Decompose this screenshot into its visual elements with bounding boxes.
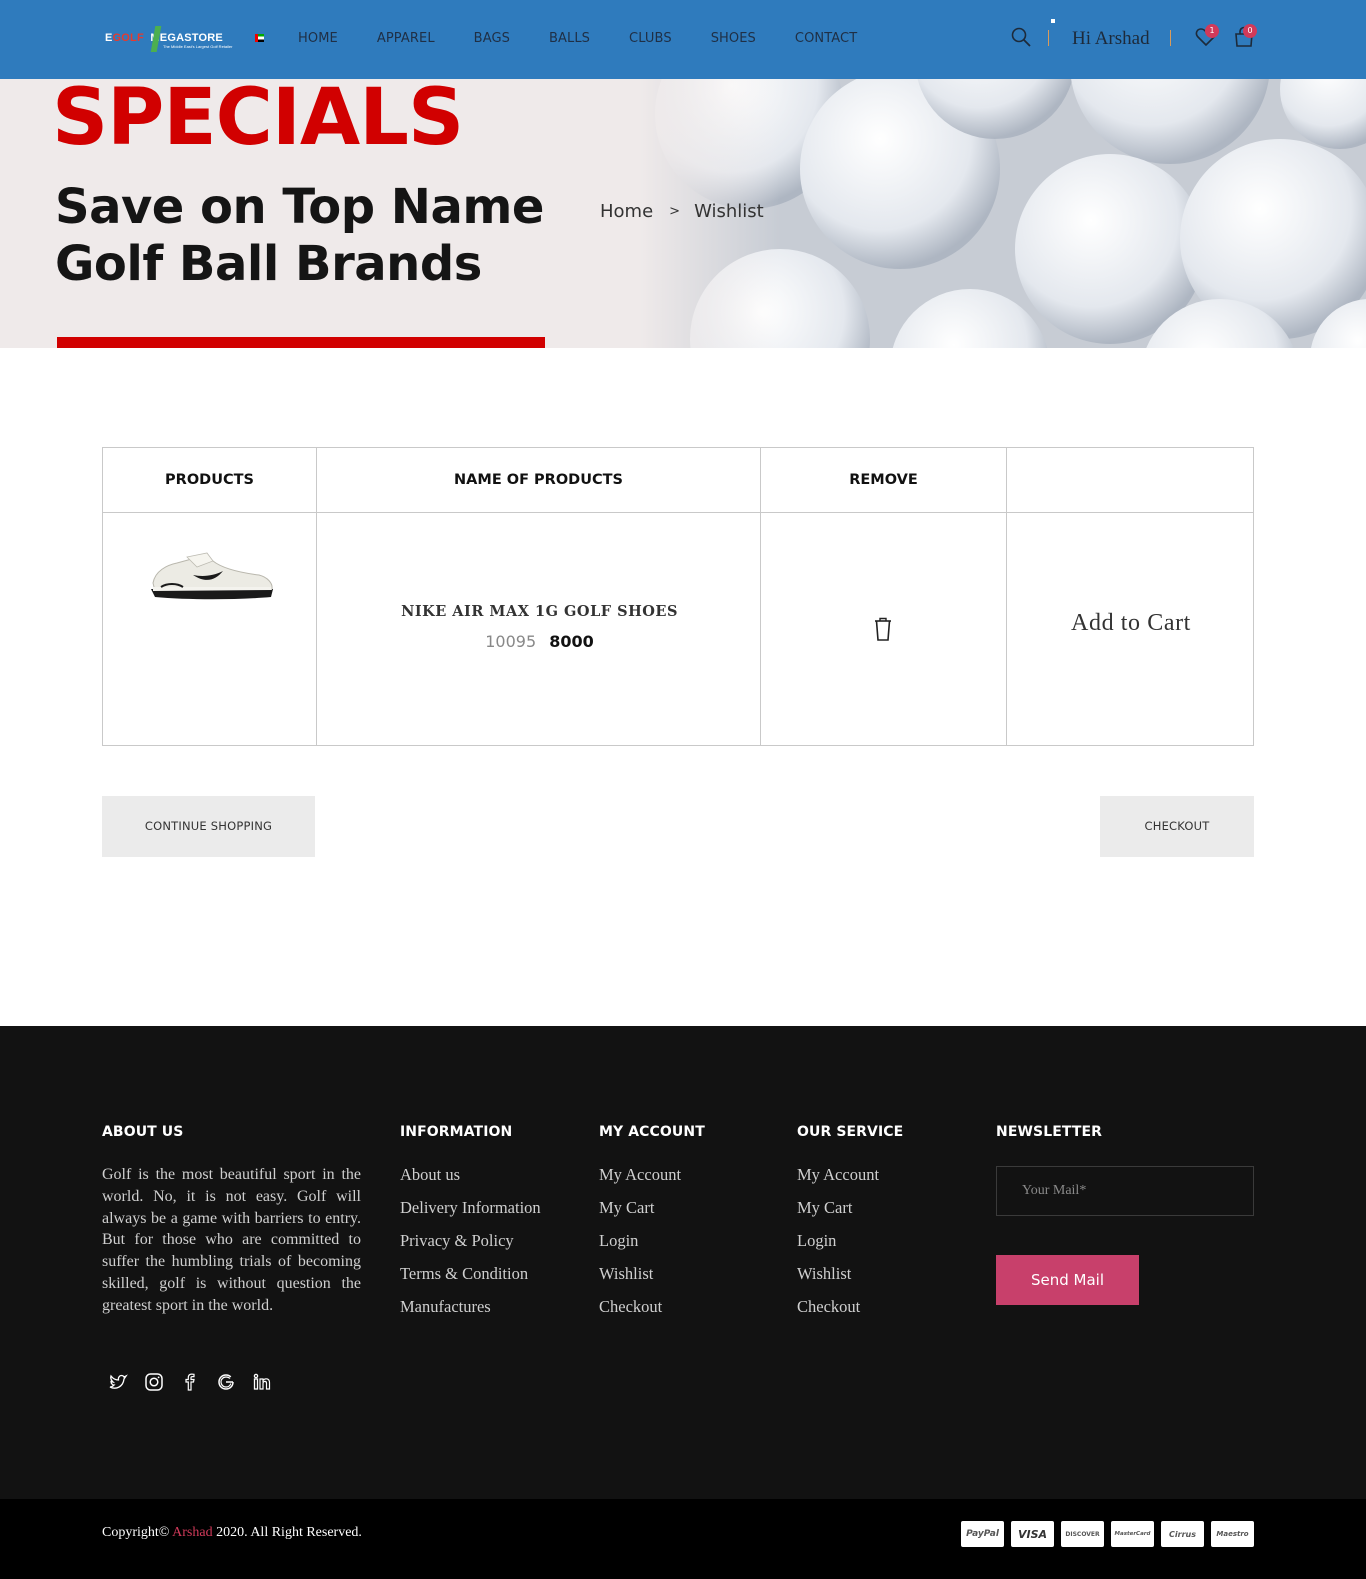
logo-golf: GOLF xyxy=(112,32,144,44)
breadcrumb: Home > Wishlist xyxy=(600,201,764,222)
flag-icon xyxy=(255,34,264,42)
send-mail-button[interactable]: Send Mail xyxy=(996,1255,1139,1305)
main-nav: HOME APPAREL BAGS BALLS CLUBS SHOES CONT… xyxy=(298,31,897,46)
footer-link[interactable]: About us xyxy=(400,1165,541,1198)
nav-balls[interactable]: BALLS xyxy=(549,31,590,46)
site-header: EGOLF MEGASTORE The Middle East's Larges… xyxy=(0,0,1366,79)
cart-count-badge: 0 xyxy=(1243,24,1257,38)
footer-link[interactable]: My Cart xyxy=(797,1198,879,1231)
maestro-icon: Maestro xyxy=(1211,1521,1254,1547)
wishlist-count-badge: 1 xyxy=(1205,24,1219,38)
copyright-text: Copyright© Arshad 2020. All Right Reserv… xyxy=(102,1525,362,1541)
footer-information-title: INFORMATION xyxy=(400,1124,513,1140)
footer-link[interactable]: My Account xyxy=(797,1165,879,1198)
table-divider xyxy=(1006,448,1007,745)
linkedin-icon[interactable] xyxy=(252,1372,272,1392)
footer-link[interactable]: Login xyxy=(599,1231,681,1264)
copyright-brand-link[interactable]: Arshad xyxy=(172,1525,212,1540)
footer-link[interactable]: Manufactures xyxy=(400,1297,541,1330)
footer-link[interactable]: My Account xyxy=(599,1165,681,1198)
chevron-right-icon: > xyxy=(669,204,681,219)
logo-e: E xyxy=(105,32,113,44)
header-separator xyxy=(1170,30,1171,46)
copyright-suffix: 2020. All Right Reserved. xyxy=(212,1525,362,1540)
logo-megastore: MEGASTORE xyxy=(150,32,223,44)
nav-bags[interactable]: BAGS xyxy=(474,31,510,46)
column-header-name: NAME OF PRODUCTS xyxy=(454,472,623,488)
add-to-cart-button[interactable]: Add to Cart xyxy=(1008,610,1254,637)
product-image[interactable] xyxy=(147,543,275,603)
payment-methods: PayPal VISA DISCOVER MasterCard Cirrus M… xyxy=(961,1521,1254,1547)
header-dot xyxy=(1051,19,1055,23)
instagram-icon[interactable] xyxy=(144,1372,164,1392)
table-divider xyxy=(760,448,761,745)
footer-link[interactable]: Terms & Condition xyxy=(400,1264,541,1297)
table-divider xyxy=(316,448,317,745)
checkout-button[interactable]: CHECKOUT xyxy=(1100,796,1254,857)
user-greeting[interactable]: Hi Arshad xyxy=(1072,28,1150,50)
header-separator xyxy=(1048,30,1049,46)
copyright-prefix: Copyright© xyxy=(102,1525,173,1540)
breadcrumb-home[interactable]: Home xyxy=(600,201,653,222)
sale-price: 8000 xyxy=(549,632,594,651)
banner-tagline-2: Golf Ball Brands xyxy=(55,236,482,292)
nav-shoes[interactable]: SHOES xyxy=(711,31,756,46)
nav-clubs[interactable]: CLUBS xyxy=(629,31,672,46)
footer-link[interactable]: Delivery Information xyxy=(400,1198,541,1231)
breadcrumb-current: Wishlist xyxy=(694,201,764,222)
footer-link[interactable]: Checkout xyxy=(797,1297,879,1330)
footer-about-title: ABOUT US xyxy=(102,1124,184,1140)
old-price: 10095 xyxy=(485,632,537,651)
column-header-products: PRODUCTS xyxy=(165,472,254,488)
nav-contact[interactable]: CONTACT xyxy=(795,31,857,46)
wishlist-table: PRODUCTS NAME OF PRODUCTS REMOVE NIKE AI… xyxy=(102,447,1254,746)
banner-tagline-1: Save on Top Name xyxy=(55,179,544,235)
continue-shopping-button[interactable]: CONTINUE SHOPPING xyxy=(102,796,315,857)
footer-newsletter-title: NEWSLETTER xyxy=(996,1124,1103,1140)
cirrus-icon: Cirrus xyxy=(1161,1521,1204,1547)
hero-banner: SPECIALS Save on Top Name Golf Ball Bran… xyxy=(0,79,1366,348)
social-links xyxy=(108,1372,288,1392)
nav-home[interactable]: HOME xyxy=(298,31,338,46)
banner-red-strip xyxy=(57,337,545,348)
google-icon[interactable] xyxy=(216,1372,236,1392)
footer-link[interactable]: Wishlist xyxy=(599,1264,681,1297)
column-header-remove: REMOVE xyxy=(849,472,918,488)
product-name[interactable]: NIKE AIR MAX 1G GOLF SHOES xyxy=(318,603,761,620)
mastercard-icon: MasterCard xyxy=(1111,1521,1154,1547)
product-price: 10095 8000 xyxy=(318,632,761,651)
footer-link[interactable]: Checkout xyxy=(599,1297,681,1330)
twitter-icon[interactable] xyxy=(108,1372,128,1392)
footer-about-text: Golf is the most beautiful sport in the … xyxy=(102,1166,361,1314)
footer-my-account-links: My Account My Cart Login Wishlist Checko… xyxy=(599,1165,681,1330)
site-logo[interactable]: EGOLF MEGASTORE The Middle East's Larges… xyxy=(105,26,264,52)
footer-link[interactable]: Login xyxy=(797,1231,879,1264)
nav-apparel[interactable]: APPAREL xyxy=(377,31,435,46)
site-footer: ABOUT US Golf is the most beautiful spor… xyxy=(0,1026,1366,1499)
newsletter-email-input[interactable] xyxy=(996,1166,1254,1216)
search-icon[interactable] xyxy=(1011,27,1031,47)
logo-wordmark: EGOLF MEGASTORE xyxy=(105,32,223,44)
discover-icon: DISCOVER xyxy=(1061,1521,1104,1547)
visa-icon: VISA xyxy=(1011,1521,1054,1547)
footer-link[interactable]: Privacy & Policy xyxy=(400,1231,541,1264)
footer-link[interactable]: My Cart xyxy=(599,1198,681,1231)
footer-link[interactable]: Wishlist xyxy=(797,1264,879,1297)
footer-information-links: About us Delivery Information Privacy & … xyxy=(400,1165,541,1330)
footer-our-service-links: My Account My Cart Login Wishlist Checko… xyxy=(797,1165,879,1330)
copyright-bar: Copyright© Arshad 2020. All Right Reserv… xyxy=(0,1499,1366,1579)
footer-our-service-title: OUR SERVICE xyxy=(797,1124,904,1140)
trash-icon[interactable] xyxy=(873,616,893,642)
footer-my-account-title: MY ACCOUNT xyxy=(599,1124,705,1140)
facebook-icon[interactable] xyxy=(180,1372,200,1392)
specials-heading: SPECIALS xyxy=(52,79,464,163)
column-header-action xyxy=(1007,448,1253,512)
paypal-icon: PayPal xyxy=(961,1521,1004,1547)
table-header-row: PRODUCTS NAME OF PRODUCTS REMOVE xyxy=(103,448,1253,513)
logo-tagline: The Middle East's Largest Golf Retailer xyxy=(163,44,233,49)
